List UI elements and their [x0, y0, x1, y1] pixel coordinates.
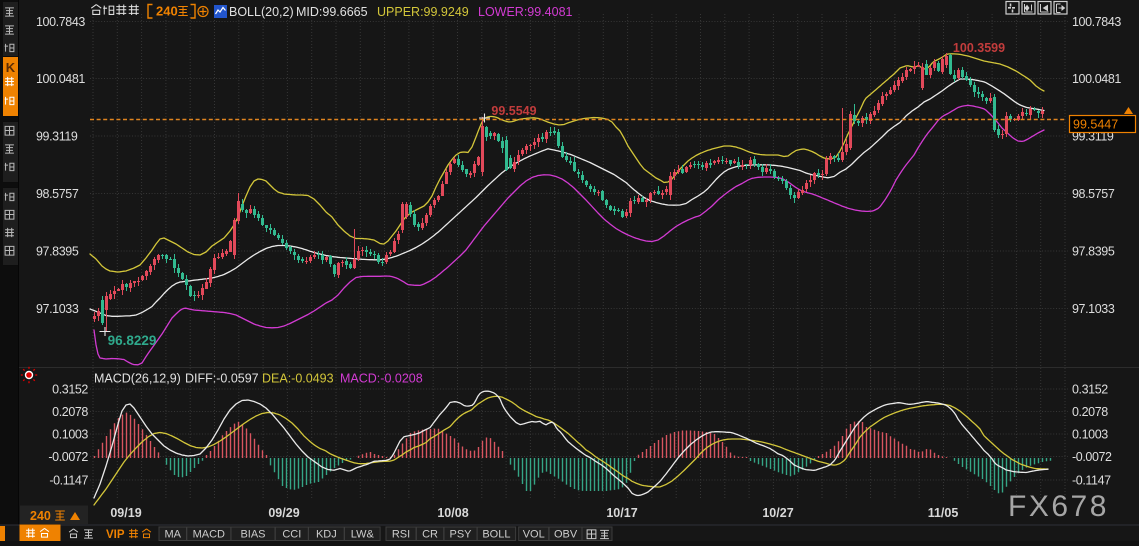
svg-text:FX678: FX678	[1008, 490, 1109, 523]
svg-text:240: 240	[156, 4, 178, 19]
svg-text:-0.0072: -0.0072	[1072, 450, 1112, 464]
svg-text:97.1033: 97.1033	[36, 302, 79, 316]
svg-text:-0.1147: -0.1147	[1072, 474, 1111, 488]
svg-text:99.3119: 99.3119	[36, 130, 78, 144]
svg-text:99.5447: 99.5447	[1073, 118, 1118, 132]
svg-text:98.5757: 98.5757	[1072, 187, 1115, 201]
svg-text:97.8395: 97.8395	[1072, 245, 1115, 259]
svg-text:0.1003: 0.1003	[52, 428, 88, 442]
svg-text:100.7843: 100.7843	[36, 15, 85, 29]
svg-text:98.5757: 98.5757	[36, 187, 79, 201]
svg-text:VIP: VIP	[106, 529, 125, 541]
svg-text:100.0481: 100.0481	[1072, 72, 1121, 86]
svg-text:UPPER:99.9249: UPPER:99.9249	[377, 5, 469, 19]
svg-text:RSI: RSI	[392, 529, 410, 541]
svg-text:97.1033: 97.1033	[1072, 302, 1115, 316]
svg-text:240: 240	[30, 509, 51, 523]
svg-text:0.2078: 0.2078	[1072, 405, 1108, 419]
svg-text:0.2078: 0.2078	[52, 405, 88, 419]
svg-text:10/27: 10/27	[762, 506, 793, 520]
svg-text:MACD:-0.0208: MACD:-0.0208	[340, 372, 423, 386]
svg-text:LOWER:99.4081: LOWER:99.4081	[478, 5, 573, 19]
svg-text:DIFF:-0.0597: DIFF:-0.0597	[185, 372, 259, 386]
svg-text:MID:99.6665: MID:99.6665	[296, 5, 368, 19]
svg-text:PSY: PSY	[449, 529, 472, 541]
svg-text:OBV: OBV	[554, 529, 578, 541]
svg-text:97.8395: 97.8395	[36, 245, 79, 259]
svg-text:CR: CR	[422, 529, 438, 541]
svg-text:100.3599: 100.3599	[953, 41, 1005, 55]
svg-text:10/08: 10/08	[437, 506, 468, 520]
svg-text:0.1003: 0.1003	[1072, 428, 1108, 442]
svg-text:VOL: VOL	[523, 529, 545, 541]
svg-text:10/17: 10/17	[606, 506, 637, 520]
svg-text:MACD(26,12,9): MACD(26,12,9)	[94, 372, 181, 386]
svg-text:-0.1147: -0.1147	[49, 474, 88, 488]
svg-text:0.3152: 0.3152	[52, 383, 88, 397]
svg-text:0.3152: 0.3152	[1072, 383, 1108, 397]
svg-text:K: K	[6, 60, 16, 75]
svg-text:BOLL(20,2): BOLL(20,2)	[229, 5, 294, 19]
svg-text:100.7843: 100.7843	[1072, 15, 1121, 29]
svg-text:MACD: MACD	[193, 529, 225, 541]
svg-text:DEA:-0.0493: DEA:-0.0493	[262, 372, 334, 386]
svg-text:11/05: 11/05	[928, 506, 959, 520]
svg-text:BOLL: BOLL	[482, 529, 510, 541]
svg-text:-0.0072: -0.0072	[48, 450, 88, 464]
svg-text:99.5549: 99.5549	[491, 104, 536, 118]
svg-text:KDJ: KDJ	[316, 529, 337, 541]
svg-text:96.8229: 96.8229	[108, 333, 157, 348]
svg-text:CCI: CCI	[282, 529, 301, 541]
svg-text:LW&: LW&	[351, 529, 375, 541]
svg-text:09/19: 09/19	[110, 506, 141, 520]
svg-text:BIAS: BIAS	[240, 529, 265, 541]
svg-text:09/29: 09/29	[268, 506, 299, 520]
svg-text:MA: MA	[165, 529, 182, 541]
svg-text:100.0481: 100.0481	[36, 72, 85, 86]
